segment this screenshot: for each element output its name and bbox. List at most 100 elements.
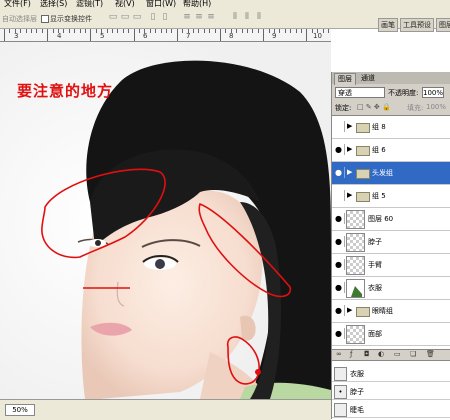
- blend-opacity-row: 穿透 不透明度: 100%: [335, 87, 448, 99]
- link-icon[interactable]: ∞: [336, 350, 342, 358]
- visibility-eye-icon[interactable]: ●: [333, 328, 345, 339]
- menu-view[interactable]: 视(V): [115, 0, 135, 8]
- adjustment-icon[interactable]: ◐: [378, 350, 384, 358]
- opacity-input[interactable]: 100%: [422, 87, 444, 98]
- menu-select[interactable]: 选择(S): [40, 0, 67, 8]
- menu-file[interactable]: 文件(F): [4, 0, 31, 8]
- align-top-icon[interactable]: ▭: [108, 12, 118, 22]
- auto-select-label[interactable]: 自动选择层: [2, 14, 37, 24]
- lock-label: 锁定:: [335, 104, 352, 112]
- align-vcenter-icon[interactable]: ▭: [120, 12, 130, 22]
- expand-arrow-icon[interactable]: ▶: [347, 168, 352, 176]
- visibility-eye-icon[interactable]: [333, 190, 345, 201]
- distribute-bottom-icon[interactable]: ≡: [206, 12, 216, 22]
- align-hcenter-icon[interactable]: ▯: [160, 12, 170, 22]
- layer-thumbnail: [346, 233, 365, 252]
- history-row[interactable]: 睫毛: [332, 401, 450, 418]
- visibility-eye-icon[interactable]: ●: [333, 305, 345, 316]
- visibility-eye-icon[interactable]: ●: [333, 167, 345, 178]
- history-row[interactable]: • 脖子: [332, 383, 450, 400]
- expand-arrow-icon[interactable]: ▶: [347, 306, 352, 314]
- distribute-left-icon[interactable]: ⦀: [230, 12, 240, 22]
- expand-arrow-icon[interactable]: ▶: [347, 122, 352, 130]
- ruler-tick: [290, 29, 291, 33]
- layer-row[interactable]: ● 图层 60: [332, 208, 450, 231]
- ruler-tick: [47, 29, 48, 41]
- layer-name: 手臂: [368, 261, 382, 269]
- zoom-field[interactable]: 50%: [5, 404, 35, 416]
- layer-row[interactable]: ● 手臂: [332, 254, 450, 277]
- menu-window[interactable]: 窗口(W): [146, 0, 176, 8]
- distribute-top-icon[interactable]: ≡: [182, 12, 192, 22]
- ruler-tick: [171, 29, 172, 33]
- layer-row[interactable]: ● 面部: [332, 323, 450, 346]
- ruler-tick: [236, 29, 237, 33]
- ruler-tick: [42, 29, 43, 33]
- distribute-hcenter-icon[interactable]: ⦀: [242, 12, 252, 22]
- lock-fill-row: 锁定: □ ✎ ✥ 🔒 填充: 100%: [335, 102, 448, 114]
- ruler-tick: [328, 29, 329, 33]
- ruler-tick: [107, 29, 108, 33]
- tab-brushes[interactable]: 画笔: [378, 18, 398, 32]
- layer-row[interactable]: ● ▶ 眼睛组: [332, 300, 450, 323]
- ruler-number: 4: [57, 32, 62, 40]
- ruler-tick: [263, 29, 264, 41]
- distribute-right-icon[interactable]: ⦀: [254, 12, 264, 22]
- new-layer-icon[interactable]: ❏: [410, 350, 416, 358]
- visibility-eye-icon[interactable]: ●: [333, 236, 345, 247]
- menu-help[interactable]: 帮助(H): [183, 0, 211, 8]
- tab-channels[interactable]: 通道: [358, 73, 378, 84]
- expand-arrow-icon[interactable]: ▶: [347, 145, 352, 153]
- ruler-tick: [161, 29, 162, 33]
- ruler-tick: [252, 29, 253, 33]
- new-group-icon[interactable]: ▭: [394, 350, 401, 358]
- blend-mode-select[interactable]: 穿透: [335, 87, 385, 98]
- align-left-icon[interactable]: ▯: [148, 12, 158, 22]
- ruler-tick: [31, 29, 32, 33]
- ruler-tick: [215, 29, 216, 33]
- folder-icon: [356, 307, 370, 317]
- tab-layers[interactable]: 图层: [334, 73, 356, 85]
- ruler-number: 6: [143, 32, 148, 40]
- align-bottom-icon[interactable]: ▭: [132, 12, 142, 22]
- fx-icon[interactable]: ƒ: [350, 350, 352, 358]
- layer-row[interactable]: ● ▶ 头发组: [332, 162, 450, 185]
- layer-name: 眼睛组: [372, 307, 393, 315]
- ruler-tick: [204, 29, 205, 33]
- layer-row[interactable]: ▶ 组 8: [332, 116, 450, 139]
- history-row[interactable]: 衣服: [332, 365, 450, 382]
- expand-arrow-icon[interactable]: ▶: [347, 191, 352, 199]
- document-canvas[interactable]: 要注意的地方: [0, 42, 331, 399]
- history-name: 衣服: [350, 370, 364, 378]
- lock-icons[interactable]: □ ✎ ✥ 🔒: [357, 103, 391, 111]
- layer-row[interactable]: ● 脖子: [332, 231, 450, 254]
- ruler-tick: [193, 29, 194, 33]
- ruler-tick: [90, 29, 91, 41]
- ruler-tick: [285, 29, 286, 33]
- layer-name: 头发组: [372, 169, 393, 177]
- tab-tool-presets[interactable]: 工具预设: [400, 18, 434, 32]
- distribute-vcenter-icon[interactable]: ≡: [194, 12, 204, 22]
- trash-icon[interactable]: 🗑: [426, 350, 435, 358]
- visibility-eye-icon[interactable]: [333, 121, 345, 132]
- layer-row[interactable]: ● ▶ 组 6: [332, 139, 450, 162]
- show-transform-checkbox[interactable]: [41, 15, 49, 23]
- menu-filter[interactable]: 滤镜(T): [76, 0, 103, 8]
- fill-value[interactable]: 100%: [426, 103, 446, 111]
- layers-toolbar: ∞ ƒ ◘ ◐ ▭ ❏ 🗑: [332, 349, 450, 360]
- ruler-tick: [123, 29, 124, 33]
- visibility-eye-icon[interactable]: ●: [333, 282, 345, 293]
- folder-icon: [356, 192, 370, 202]
- visibility-eye-icon[interactable]: ●: [333, 144, 345, 155]
- layer-row[interactable]: ▶ 组 5: [332, 185, 450, 208]
- folder-icon: [356, 169, 370, 179]
- ruler-tick: [134, 29, 135, 41]
- ruler-tick: [301, 29, 302, 33]
- tab-layer-comps[interactable]: 图层复合: [436, 18, 450, 32]
- visibility-eye-icon[interactable]: ●: [333, 213, 345, 224]
- mask-icon[interactable]: ◘: [364, 350, 370, 358]
- layer-thumbnail: [346, 210, 365, 229]
- layer-row[interactable]: ● 衣服: [332, 277, 450, 300]
- ruler-tick: [323, 29, 324, 33]
- visibility-eye-icon[interactable]: ●: [333, 259, 345, 270]
